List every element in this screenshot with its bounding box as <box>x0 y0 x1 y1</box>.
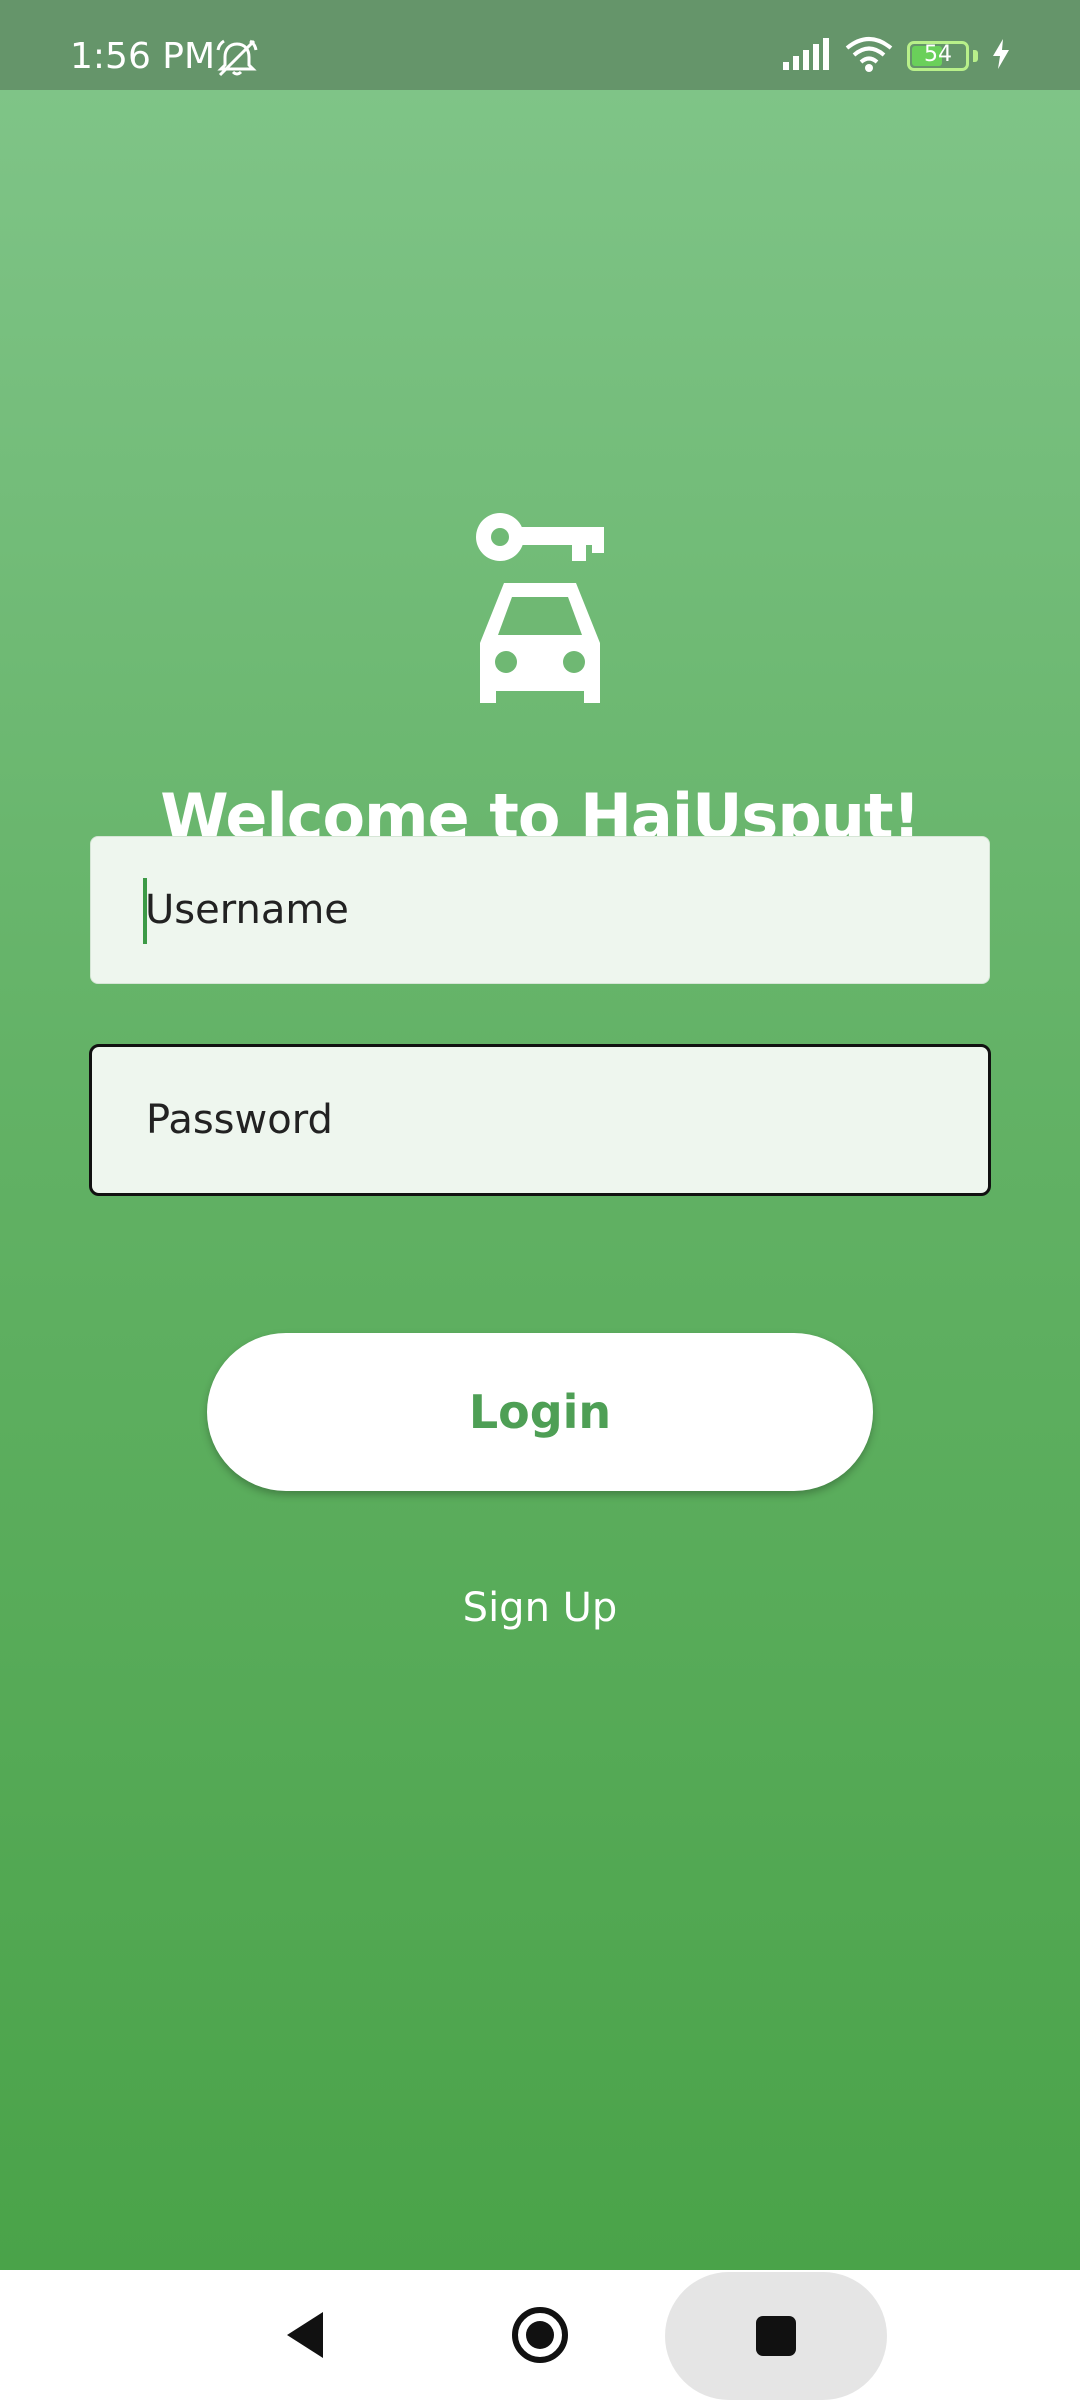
wifi-icon <box>845 36 893 76</box>
status-bar: 1:56 PM 54 <box>0 0 1080 90</box>
login-button[interactable]: Login <box>207 1333 873 1491</box>
password-field[interactable]: Password <box>89 1044 991 1196</box>
username-field[interactable]: Username <box>90 836 990 984</box>
signal-icon <box>783 38 831 74</box>
status-time: 1:56 PM <box>70 36 216 77</box>
alarm-off-icon <box>214 38 260 82</box>
back-icon[interactable] <box>262 2292 348 2378</box>
home-icon[interactable] <box>497 2292 583 2378</box>
text-cursor <box>143 878 147 944</box>
login-screen: 1:56 PM 54 Welcome to HajUsput! Username… <box>0 0 1080 2400</box>
username-placeholder: Username <box>145 887 349 933</box>
password-placeholder: Password <box>146 1097 333 1143</box>
navigation-bar <box>0 2270 1080 2400</box>
car-key-icon <box>470 507 610 707</box>
battery-icon: 54 <box>907 41 969 71</box>
signup-label[interactable]: Sign Up <box>463 1585 618 1631</box>
status-icons: 54 <box>783 36 1010 76</box>
recents-icon[interactable] <box>665 2272 887 2400</box>
signup-link[interactable]: Sign Up <box>0 1585 1080 1631</box>
battery-level: 54 <box>924 42 952 67</box>
battery-tip <box>973 50 978 62</box>
charging-icon <box>992 39 1010 73</box>
